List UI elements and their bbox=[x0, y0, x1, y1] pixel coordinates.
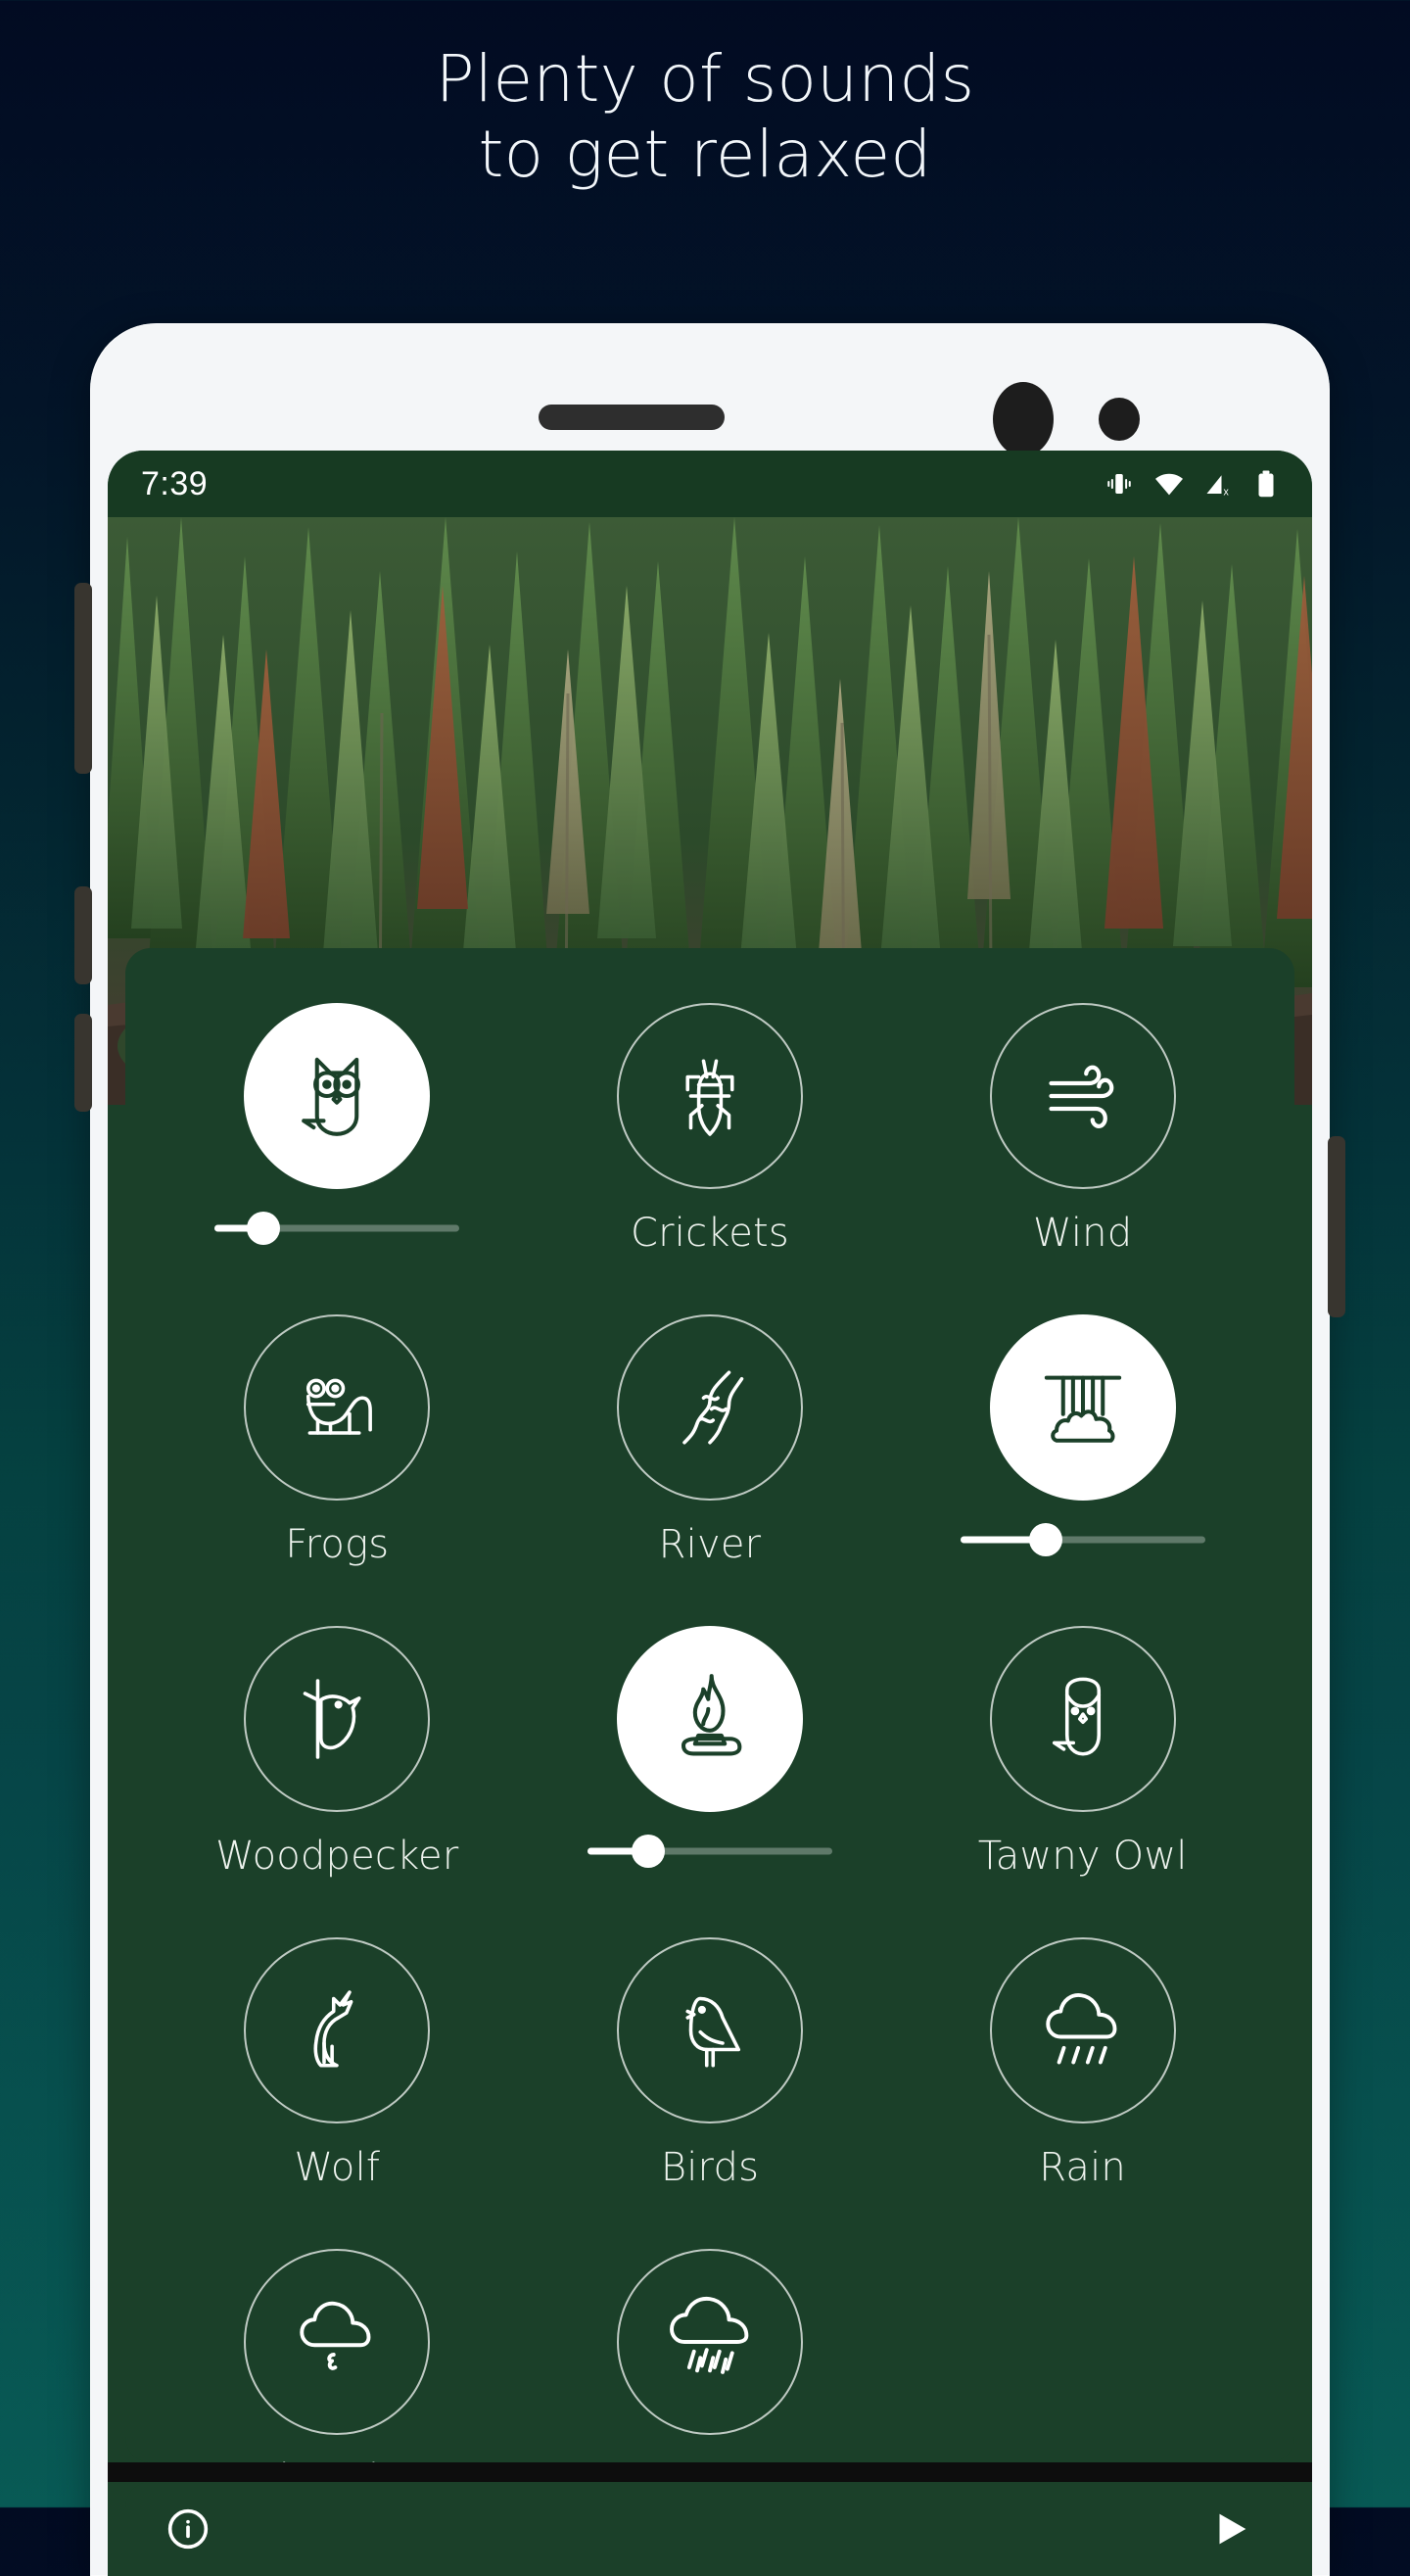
front-camera-icon bbox=[993, 382, 1054, 456]
phone-screen: Forest bbox=[108, 451, 1312, 2576]
svg-text:x: x bbox=[1224, 486, 1230, 498]
rain-cloud-icon bbox=[1045, 1993, 1117, 2065]
frog-icon bbox=[306, 1378, 373, 1435]
waterfall-icon bbox=[1044, 1375, 1121, 1443]
sound-item-blank bbox=[896, 2249, 1269, 2462]
sound-item-crickets[interactable]: Crickets bbox=[524, 1003, 897, 1260]
signal-off-icon: x bbox=[1206, 475, 1230, 498]
sound-item-waterfall[interactable] bbox=[896, 1314, 1269, 1571]
river-icon bbox=[682, 1370, 744, 1445]
secondary-sensor-icon bbox=[1099, 398, 1140, 441]
volume-up-button[interactable] bbox=[74, 583, 92, 774]
wifi-icon bbox=[1155, 473, 1183, 496]
sound-label: Crickets bbox=[631, 1211, 789, 1256]
player-bar[interactable] bbox=[125, 2482, 1294, 2576]
sound-label: Tawny Owl bbox=[977, 1834, 1188, 1879]
sound-item-wolf[interactable]: Wolf bbox=[151, 1937, 524, 2194]
sound-item-tawny-owl[interactable]: Tawny Owl bbox=[896, 1626, 1269, 1883]
owl-disc[interactable] bbox=[244, 1003, 431, 1189]
sound-panel: Crickets Wind Frogs River Woodpecker Taw… bbox=[125, 948, 1294, 2462]
sound-item-owl[interactable] bbox=[151, 1003, 524, 1260]
sound-label: Frogs bbox=[285, 1522, 390, 1567]
assistant-button[interactable] bbox=[74, 1014, 92, 1112]
phone-frame: Forest bbox=[74, 323, 1345, 2576]
play-icon bbox=[1219, 2513, 1246, 2545]
sound-grid: Crickets Wind Frogs River Woodpecker Taw… bbox=[125, 948, 1294, 2462]
storm-rain-icon bbox=[670, 2296, 749, 2374]
vibrate-icon bbox=[1107, 474, 1131, 494]
panel-gap-strip bbox=[108, 2462, 1312, 2482]
promo-headline: Plenty of sounds to get relaxed bbox=[0, 41, 1410, 192]
sound-item-wind[interactable]: Wind bbox=[896, 1003, 1269, 1260]
sound-item-birds[interactable]: Birds bbox=[524, 1937, 897, 2194]
sound-label: Woodpecker bbox=[215, 1834, 459, 1879]
wind-disc[interactable] bbox=[989, 1003, 1176, 1189]
tawny-owl-icon bbox=[1052, 1677, 1101, 1756]
sound-label: Wolf bbox=[294, 2145, 381, 2190]
status-icons: x bbox=[1104, 468, 1279, 500]
sound-item-woodpecker[interactable]: Woodpecker bbox=[151, 1626, 524, 1883]
sound-item-river[interactable]: River bbox=[524, 1314, 897, 1571]
slider-thumb[interactable] bbox=[1029, 1523, 1063, 1556]
woodpecker-disc[interactable] bbox=[244, 1626, 431, 1812]
woodpecker-icon bbox=[304, 1679, 361, 1759]
thunder-icon bbox=[300, 2301, 371, 2370]
tawny-owl-disc[interactable] bbox=[989, 1626, 1176, 1812]
sound-item-thunder[interactable]: Thunder bbox=[151, 2249, 524, 2462]
player-info-button[interactable] bbox=[166, 2507, 210, 2551]
campfire-disc[interactable] bbox=[616, 1626, 803, 1812]
sound-label: Wind bbox=[1032, 1211, 1133, 1256]
volume-down-button[interactable] bbox=[74, 886, 92, 984]
sound-item-rain[interactable]: Rain bbox=[896, 1937, 1269, 2194]
status-clock: 7:39 bbox=[141, 464, 209, 502]
sound-item-storm[interactable]: Storm bbox=[524, 2249, 897, 2462]
sound-label: Rain bbox=[1039, 2145, 1126, 2190]
campfire-volume-slider[interactable] bbox=[587, 1834, 832, 1869]
earpiece-speaker-icon bbox=[539, 405, 725, 430]
sound-label: River bbox=[658, 1522, 762, 1567]
slider-thumb[interactable] bbox=[247, 1212, 281, 1245]
sound-item-campfire[interactable] bbox=[524, 1626, 897, 1883]
power-button[interactable] bbox=[1328, 1136, 1345, 1317]
info-icon bbox=[167, 2508, 209, 2550]
owl-volume-slider[interactable] bbox=[214, 1211, 460, 1246]
slider-thumb[interactable] bbox=[632, 1835, 666, 1868]
sound-item-frogs[interactable]: Frogs bbox=[151, 1314, 524, 1571]
crickets-disc[interactable] bbox=[616, 1003, 803, 1189]
waterfall-volume-slider[interactable] bbox=[960, 1522, 1205, 1557]
headline-line-2: to get relaxed bbox=[478, 117, 932, 193]
birds-disc[interactable] bbox=[616, 1937, 803, 2123]
thunder-disc[interactable] bbox=[244, 2249, 431, 2435]
wind-icon bbox=[1049, 1065, 1114, 1128]
headline-line-1: Plenty of sounds bbox=[435, 41, 975, 117]
river-disc[interactable] bbox=[616, 1314, 803, 1501]
waterfall-disc[interactable] bbox=[989, 1314, 1176, 1501]
owl-icon bbox=[302, 1057, 361, 1136]
sound-label: Birds bbox=[660, 2145, 760, 2190]
player-play-button[interactable] bbox=[1208, 2506, 1253, 2552]
wolf-disc[interactable] bbox=[244, 1937, 431, 2123]
campfire-icon bbox=[681, 1674, 742, 1756]
frogs-disc[interactable] bbox=[244, 1314, 431, 1501]
battery-icon bbox=[1258, 470, 1274, 498]
wolf-icon bbox=[313, 1990, 353, 2068]
cricket-icon bbox=[685, 1059, 734, 1136]
storm-disc[interactable] bbox=[616, 2249, 803, 2435]
rain-disc[interactable] bbox=[989, 1937, 1176, 2123]
android-status-bar: 7:39 x bbox=[108, 451, 1312, 517]
bird-icon bbox=[685, 1996, 741, 2068]
